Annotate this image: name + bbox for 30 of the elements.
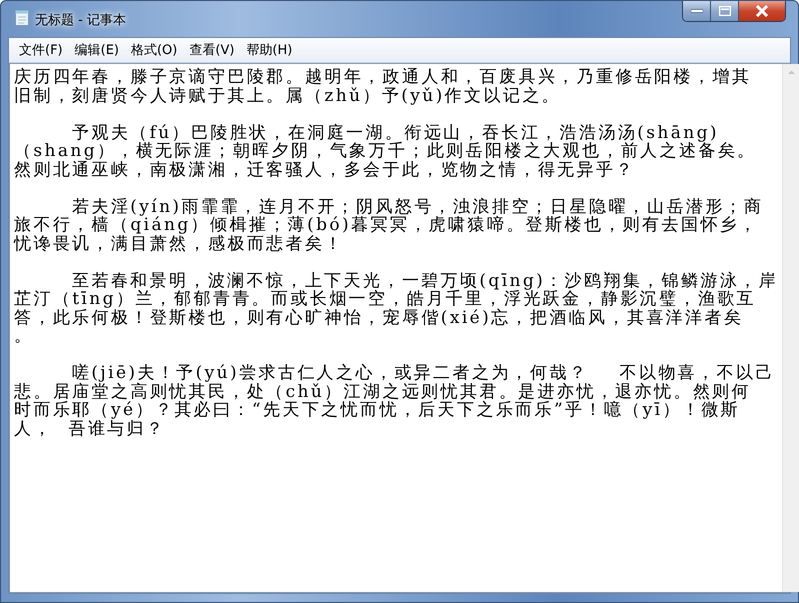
notepad-icon bbox=[15, 10, 29, 26]
scrollbar[interactable] bbox=[782, 64, 799, 592]
minimize-button[interactable] bbox=[683, 1, 711, 21]
menu-item[interactable]: 文件(F) bbox=[13, 39, 69, 61]
text-line: 至若春和景明，波澜不惊，上下天光，一碧万顷(qīng)：沙鸥翔集，锦鳞游泳，岸 bbox=[71, 272, 778, 290]
text-line: 答，此乐何极！登斯楼也，则有心旷神怡，宠辱偕(xié)忘，把酒临风，其喜洋洋者矣 bbox=[14, 308, 744, 327]
window-title: 无标题 - 记事本 bbox=[35, 12, 126, 29]
text-line: 忧谗畏讥，满目萧然，感极而悲者矣！ bbox=[14, 234, 344, 253]
text-line: 悲。居庙堂之高则忧其民，处（chǔ）江湖之远则忧其君。是进亦忧，退亦忧。然则何 bbox=[14, 382, 752, 401]
close-icon bbox=[755, 5, 769, 17]
text-line: 嗟(jiē)夫！予(yú)尝求古仁人之心，或异二者之为，何哉？ 不以物喜，不以己 bbox=[71, 364, 775, 382]
menu-item[interactable]: 查看(V) bbox=[183, 39, 240, 61]
text-line: 然则北通巫峡，南极潇湘，迁客骚人，多会于此，览物之情，得无异乎？ bbox=[14, 160, 635, 179]
text-line: （shang），横无际涯；朝晖夕阴，气象万千；此则岳阳楼之大观也，前人之述备矣。 bbox=[14, 142, 757, 160]
text-line: 。 bbox=[14, 327, 34, 346]
text-line: 若夫淫(yín)雨霏霏，连月不开；阴风怒号，浊浪排空；日星隐曜，山岳潜形；商 bbox=[71, 198, 764, 216]
menu-item[interactable]: 帮助(H) bbox=[240, 39, 298, 61]
text-line: 予观夫（fú）巴陵胜状，在洞庭一湖。衔远山，吞长江，浩浩汤汤(shāng) bbox=[71, 124, 719, 142]
minimize-icon bbox=[690, 9, 702, 13]
text-line: 旧制，刻唐贤今人诗赋于其上。属（zhǔ）予(yǔ)作文以记之。 bbox=[14, 86, 562, 105]
menu-item[interactable]: 格式(O) bbox=[124, 39, 184, 61]
close-button[interactable] bbox=[739, 1, 785, 21]
text-line: 庆历四年春，滕子京谪守巴陵郡。越明年，政通人和，百废具兴，乃重修岳阳楼，增其 bbox=[14, 68, 752, 86]
text-line: 芷汀（tīng）兰，郁郁青青。而或长烟一空，皓月千里，浮光跃金，静影沉璧，渔歌互 bbox=[14, 290, 756, 308]
text-line: 人， 吾谁与归？ bbox=[14, 420, 166, 438]
maximize-icon bbox=[718, 6, 730, 16]
text-line: 时而乐耶（yé）？其必曰：“先天下之忧而忧，后天下之乐而乐”乎！噫（yī）！微斯 bbox=[14, 401, 740, 420]
menu-item[interactable]: 编辑(E) bbox=[68, 39, 125, 61]
text-line: 旅不行，樯（qiáng）倾楫摧；薄(bó)暮冥冥，虎啸猿啼。登斯楼也，则有去国怀乡， bbox=[14, 216, 758, 234]
maximize-button[interactable] bbox=[711, 1, 739, 21]
